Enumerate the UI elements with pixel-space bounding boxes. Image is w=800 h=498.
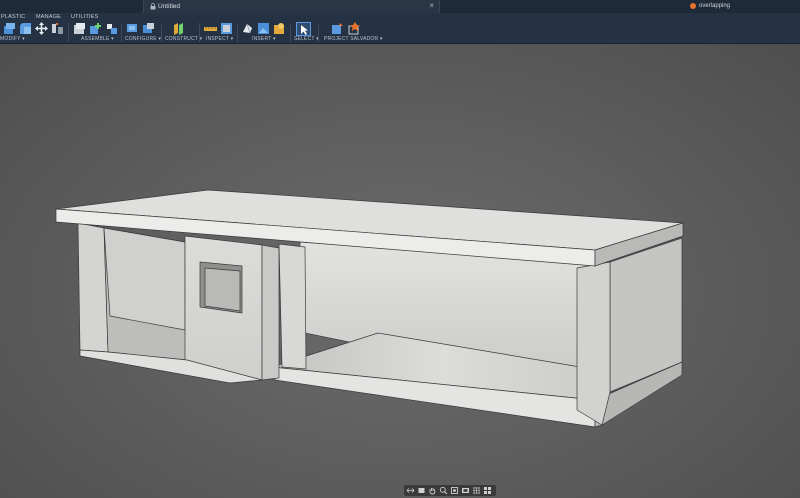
insert-mesh-icon[interactable] [241, 22, 254, 35]
separator [318, 23, 319, 42]
move-icon[interactable] [35, 22, 48, 35]
lock-icon [150, 3, 156, 10]
canvas-icon[interactable] [273, 22, 286, 35]
grid-icon[interactable] [472, 486, 481, 495]
group-assemble[interactable]: ASSEMBLE ▾ [81, 35, 114, 43]
tab-manage[interactable]: MANAGE [36, 13, 61, 22]
canvas-viewport[interactable] [0, 44, 800, 498]
left-opening-back [103, 227, 186, 331]
new-component-icon[interactable] [73, 22, 86, 35]
salvador-icon-1[interactable] [331, 22, 344, 35]
separator [199, 23, 200, 42]
tab-plastic[interactable]: PLASTIC [1, 13, 25, 22]
document-tab[interactable]: Untitled × [143, 0, 440, 13]
separator [290, 23, 291, 42]
separator [161, 23, 162, 42]
toolbar: PLASTIC MANAGE UTILITIES MODIFY ▾ ASSEMB… [0, 13, 800, 44]
zoom-icon[interactable] [439, 486, 448, 495]
group-insert[interactable]: INSERT ▾ [252, 35, 276, 43]
fit-icon[interactable] [450, 486, 459, 495]
group-configure[interactable]: CONFIGURE ▾ [125, 35, 161, 43]
measure-icon[interactable] [204, 22, 217, 35]
select-button[interactable] [296, 22, 311, 36]
document-title: Untitled [158, 3, 181, 10]
close-tab-button[interactable]: × [429, 0, 434, 12]
select-icon [301, 25, 308, 35]
pan-icon[interactable] [428, 486, 437, 495]
section-analysis-icon[interactable] [220, 22, 233, 35]
press-pull-icon[interactable] [3, 22, 16, 35]
tab-utilities[interactable]: UTILITIES [71, 13, 98, 22]
house-model[interactable] [0, 44, 800, 498]
as-built-joint-icon[interactable] [105, 22, 118, 35]
window-inner [204, 267, 241, 312]
front-right-column [576, 261, 611, 426]
offset-plane-icon[interactable] [172, 22, 185, 35]
group-inspect[interactable]: INSPECT ▾ [206, 35, 233, 43]
middle-column [278, 243, 307, 370]
navigation-bar [404, 485, 496, 496]
look-at-icon[interactable] [417, 486, 426, 495]
separator [68, 23, 69, 42]
left-end-wall [77, 222, 109, 353]
wall-jamb [261, 244, 280, 381]
joint-icon[interactable] [89, 22, 102, 35]
viewports-icon[interactable] [483, 486, 492, 495]
separator [121, 23, 122, 42]
separator [237, 23, 238, 42]
configure-icon[interactable] [126, 22, 139, 35]
fillet-icon[interactable] [19, 22, 32, 35]
salvador-icon-2[interactable] [347, 22, 360, 35]
title-bar: Untitled × overlapping [0, 0, 800, 13]
configure-table-icon[interactable] [142, 22, 155, 35]
group-modify[interactable]: MODIFY ▾ [0, 35, 25, 43]
group-project-salvador[interactable]: PROJECT SALVADOR ▾ [324, 35, 383, 43]
user-name: overlapping [699, 3, 731, 9]
fusion-window: Untitled × overlapping PLASTIC MANAGE UT… [0, 0, 800, 498]
user-avatar-icon [690, 3, 696, 9]
align-icon[interactable] [51, 22, 64, 35]
orbit-icon[interactable] [406, 486, 415, 495]
group-construct[interactable]: CONSTRUCT ▾ [165, 35, 202, 43]
display-settings-icon[interactable] [461, 486, 470, 495]
group-select[interactable]: SELECT ▾ [294, 35, 319, 43]
decal-icon[interactable] [257, 22, 270, 35]
